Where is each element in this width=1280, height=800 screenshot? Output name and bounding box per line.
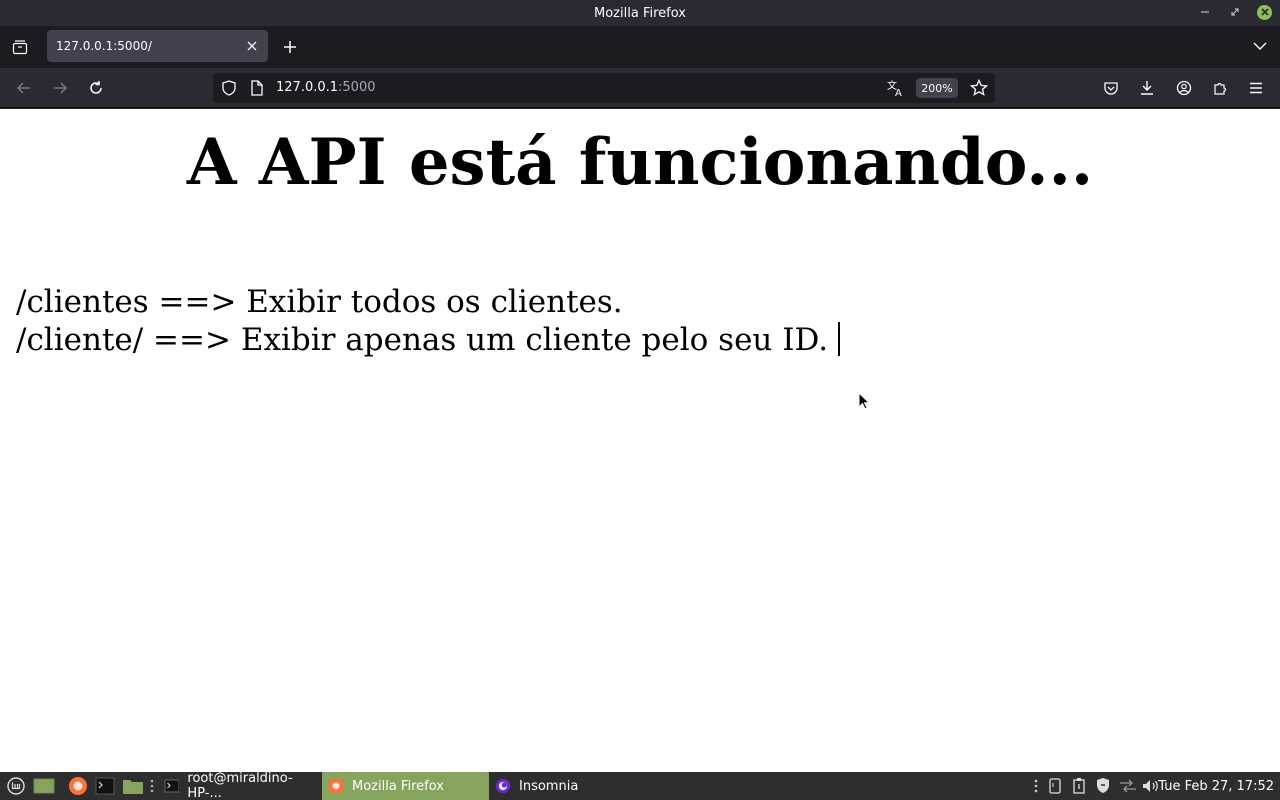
system-taskbar: root@miraldino-HP-... Mozilla Firefox In… xyxy=(0,771,1280,800)
reload-icon xyxy=(90,81,102,94)
launcher-files[interactable] xyxy=(121,772,145,800)
window-title: Mozilla Firefox xyxy=(594,5,686,21)
tray-device-icon[interactable] xyxy=(1045,772,1065,800)
close-tab-button[interactable] xyxy=(244,38,260,54)
taskbar-item-label: Mozilla Firefox xyxy=(352,778,444,794)
launcher-firefox[interactable] xyxy=(66,772,90,800)
plus-icon xyxy=(284,41,296,53)
route-line-clientes: /clientes ==> Exibir todos os clientes. xyxy=(16,284,623,320)
close-window-button[interactable] xyxy=(1257,4,1272,20)
list-all-tabs-button[interactable] xyxy=(1252,37,1268,55)
terminal-icon xyxy=(95,777,115,795)
maximize-button[interactable] xyxy=(1227,4,1243,20)
taskbar-item-label: root@miraldino-HP-... xyxy=(187,771,293,800)
taskbar-item-label: Insomnia xyxy=(519,778,579,794)
tab-label: 127.0.0.1:5000/ xyxy=(56,39,152,53)
mint-menu-icon xyxy=(7,777,25,795)
downloads-button[interactable] xyxy=(1137,78,1157,98)
taskbar-clock[interactable]: Tue Feb 27, 17:52 xyxy=(1158,772,1274,800)
minimize-icon xyxy=(1201,11,1209,13)
shield-icon[interactable] xyxy=(221,80,237,100)
launcher-terminal[interactable] xyxy=(94,772,116,800)
taskbar-item-terminal[interactable]: root@miraldino-HP-... xyxy=(158,771,322,800)
terminal-icon xyxy=(164,779,180,793)
svg-text:A: A xyxy=(895,88,902,97)
route-text: /cliente/ ==> Exibir apenas um cliente p… xyxy=(16,322,829,358)
reload-button[interactable] xyxy=(86,78,106,98)
minimize-button[interactable] xyxy=(1197,4,1213,20)
desktop-icon xyxy=(33,778,55,794)
window-controls xyxy=(1197,4,1272,20)
hamburger-menu-icon xyxy=(1250,82,1262,94)
pocket-button[interactable] xyxy=(1101,78,1121,98)
url-text[interactable]: 127.0.0.1:5000 xyxy=(276,80,376,95)
chevron-down-icon xyxy=(1253,42,1267,50)
zoom-level-button[interactable]: 200% xyxy=(916,78,958,98)
page-content: A API está funcionando... /clientes ==> … xyxy=(0,109,1280,772)
bookmark-star-icon[interactable] xyxy=(969,78,989,101)
new-tab-button[interactable] xyxy=(280,37,300,57)
account-icon xyxy=(1176,80,1192,96)
firefox-view-icon xyxy=(12,40,28,55)
forward-arrow-icon xyxy=(54,82,68,94)
page-heading: A API está funcionando... xyxy=(186,125,1094,200)
folder-icon xyxy=(123,780,143,794)
tab-strip: 127.0.0.1:5000/ xyxy=(0,26,1280,68)
tray-separator xyxy=(1031,772,1041,800)
app-menu-button[interactable] xyxy=(1246,78,1266,98)
back-button[interactable] xyxy=(14,78,34,98)
page-icon[interactable] xyxy=(250,80,264,100)
text-caret xyxy=(838,322,841,356)
taskbar-item-insomnia[interactable]: Insomnia xyxy=(489,772,609,800)
forward-button[interactable] xyxy=(50,78,70,98)
restore-icon xyxy=(1231,8,1239,16)
back-arrow-icon xyxy=(16,82,30,94)
mouse-pointer-icon xyxy=(858,392,870,410)
pocket-icon xyxy=(1104,82,1118,95)
navigation-toolbar: 127.0.0.1:5000 文 A 200% xyxy=(0,68,1280,108)
firefox-view-button[interactable] xyxy=(0,26,40,68)
tray-network-icon[interactable] xyxy=(1117,772,1139,800)
extensions-button[interactable] xyxy=(1210,78,1230,98)
taskbar-item-firefox[interactable]: Mozilla Firefox xyxy=(322,772,489,800)
start-menu-button[interactable] xyxy=(4,772,28,800)
show-desktop-button[interactable] xyxy=(32,772,56,800)
route-line-cliente: /cliente/ ==> Exibir apenas um cliente p… xyxy=(16,321,841,359)
puzzle-icon xyxy=(1214,82,1227,95)
download-icon xyxy=(1141,81,1153,95)
close-icon xyxy=(247,41,257,51)
translate-icon[interactable]: 文 A xyxy=(886,79,904,101)
tray-shield-icon[interactable] xyxy=(1093,772,1113,800)
firefox-icon xyxy=(329,779,343,793)
url-host: 127.0.0.1 xyxy=(276,80,339,95)
panel-separator xyxy=(149,772,155,800)
firefox-icon xyxy=(69,777,87,795)
url-bar[interactable]: 127.0.0.1:5000 文 A 200% xyxy=(213,73,995,103)
window-titlebar: Mozilla Firefox xyxy=(0,0,1280,26)
close-icon xyxy=(1260,8,1269,16)
url-port: :5000 xyxy=(338,80,376,95)
account-button[interactable] xyxy=(1174,78,1194,98)
tab-localhost[interactable]: 127.0.0.1:5000/ xyxy=(47,30,268,62)
insomnia-icon xyxy=(496,779,510,793)
tray-clipboard-icon[interactable] xyxy=(1069,772,1089,800)
